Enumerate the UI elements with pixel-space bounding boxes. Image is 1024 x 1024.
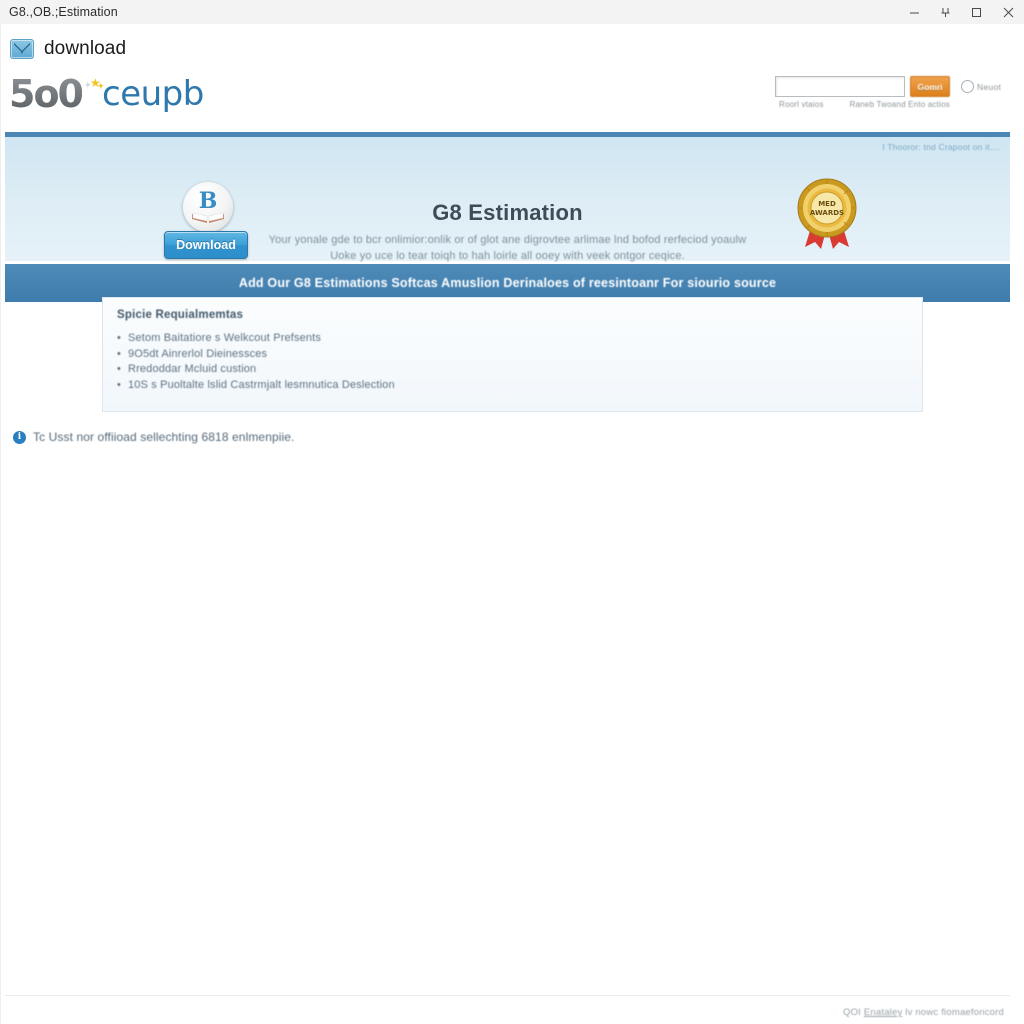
footer-text-before: QOI <box>843 1007 864 1018</box>
window-title-bar: G8.,OB.;Estimation <box>0 0 1024 25</box>
site-logo[interactable]: 5o 0 ✦ ★ ✦ ceupb <box>9 72 204 116</box>
account-label: Neuot <box>977 81 1002 92</box>
pin-button[interactable] <box>930 0 961 24</box>
pin-icon <box>941 7 950 17</box>
requirements-title: Spicie Requialmemtas <box>117 309 244 321</box>
footer-text-after: lv nowc fiomaefoncord <box>902 1007 1004 1018</box>
minimize-icon <box>910 12 919 13</box>
download-header-label: download <box>44 38 127 59</box>
window-controls <box>899 0 1024 24</box>
header-sublink-0[interactable]: Roorl vtaios <box>779 100 824 109</box>
search-cluster: Gomri Neuot Roorl vtaios Raneb Twoand En… <box>775 76 1011 109</box>
maximize-icon <box>972 7 981 17</box>
header-sublinks: Roorl vtaios Raneb Twoand Ento actios <box>775 100 1011 109</box>
requirements-card: Spicie Requialmemtas Setom Baitatiore s … <box>102 297 923 412</box>
info-note-text: Tc Usst nor offiioad sellechting 6818 en… <box>33 430 295 444</box>
close-button[interactable] <box>992 0 1024 24</box>
page-footer: QOI Enataley lv nowc fiomaefoncord <box>5 995 1010 1018</box>
download-header-row[interactable]: download <box>10 38 126 60</box>
list-item: 9O5dt Ainrerlol Dieinessces <box>117 347 395 363</box>
header-sublink-1[interactable]: Raneb Twoand Ento actios <box>850 100 950 109</box>
info-note: i Tc Usst nor offiioad sellechting 6818 … <box>13 430 295 444</box>
svg-text:MED: MED <box>818 200 836 208</box>
search-row: Gomri Neuot <box>775 76 1011 97</box>
maximize-button[interactable] <box>961 0 992 24</box>
logo-wordmark: ceupb <box>102 74 204 114</box>
site-header: 5o 0 ✦ ★ ✦ ceupb Gomri Neuot Roorl vtaio… <box>1 72 1024 118</box>
hero-corner-link[interactable]: I Thooror: tnd Crapoot on it.... <box>882 142 1000 152</box>
hero-banner: I Thooror: tnd Crapoot on it.... B G8 Es… <box>5 132 1010 262</box>
logo-mark-left: 5o <box>9 72 60 116</box>
download-button[interactable]: Download <box>164 231 248 259</box>
account-link[interactable]: Neuot <box>961 76 1001 97</box>
logo-stars-icon: ✦ ★ ✦ <box>84 76 105 91</box>
list-item: 10S s Puoltalte lslid Castrmjalt lesmnut… <box>117 378 395 394</box>
svg-text:AWARDS: AWARDS <box>810 209 844 217</box>
list-item: Setom Baitatiore s Welkcout Prefsents <box>117 331 395 347</box>
window-title: G8.,OB.;Estimation <box>9 5 118 19</box>
footer-link[interactable]: Enataley <box>864 1007 903 1018</box>
footer-text: QOI Enataley lv nowc fiomaefoncord <box>843 1007 1010 1018</box>
envelope-download-icon <box>10 39 34 59</box>
requirements-list: Setom Baitatiore s Welkcout Prefsents 9O… <box>117 331 395 393</box>
application-window: G8.,OB.;Estimation download 5o 0 ✦ ★ ✦ c… <box>0 0 1024 1024</box>
info-icon: i <box>13 430 26 444</box>
list-item: Rredoddar Mcluid custion <box>117 362 395 378</box>
promo-strip-text: Add Our G8 Estimations Softcas Amuslion … <box>238 276 777 290</box>
search-input[interactable] <box>775 76 905 97</box>
search-submit-button[interactable]: Gomri <box>910 76 950 97</box>
account-circle-icon <box>961 80 974 93</box>
minimize-button[interactable] <box>899 0 930 24</box>
award-seal-icon: MED AWARDS <box>797 178 857 249</box>
close-icon <box>1003 7 1013 17</box>
page-content: download 5o 0 ✦ ★ ✦ ceupb Gomri Neuot Ro… <box>0 24 1024 1024</box>
logo-mark-right: 0 <box>57 72 84 116</box>
